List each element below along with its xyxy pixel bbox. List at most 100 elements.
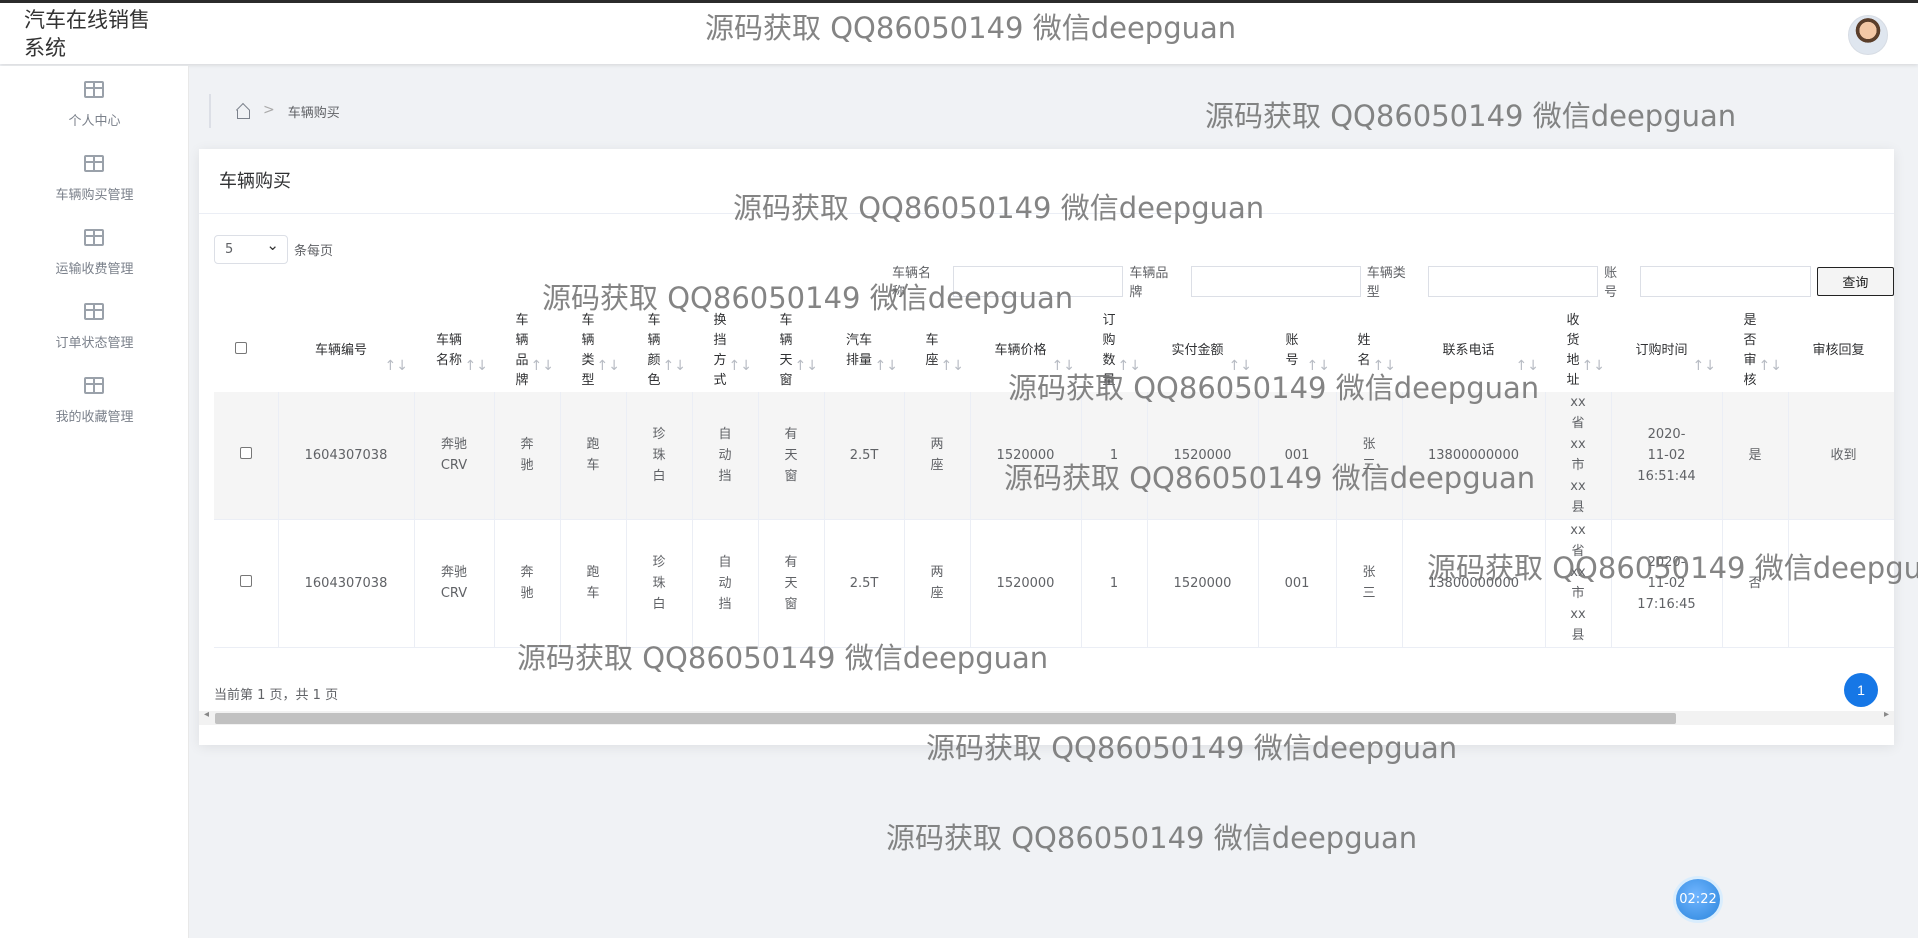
column-header[interactable]: 审核回复: [1788, 309, 1894, 392]
table-cell: 珍 珠 白: [626, 519, 693, 648]
table-cell: 跑 车: [560, 392, 627, 520]
table-cell: 收到: [1788, 392, 1894, 520]
sidebar-item-label: 运输收费管理: [55, 262, 134, 277]
app-title: 汽车在线销售 系统: [24, 8, 150, 60]
column-header[interactable]: 是 否 审 核 ↑↓: [1722, 309, 1788, 392]
sidebar-item-personal-center[interactable]: 个人中心: [0, 81, 189, 151]
account-label: 账号: [1604, 266, 1618, 300]
table-cell: 跑 车: [560, 519, 627, 648]
table-cell: 有 天 窗: [758, 392, 825, 520]
row-checkbox[interactable]: [239, 574, 252, 587]
page-size-select[interactable]: 5: [214, 232, 288, 264]
watermark-text: 源码获取 QQ86050149 微信deepguan: [1004, 461, 1536, 495]
sidebar-item-label: 订单状态管理: [55, 336, 134, 351]
sort-icon[interactable]: ↑↓: [465, 356, 488, 376]
select-row-cell: [214, 392, 279, 520]
table-cell: xx 省 xx 市 xx 县: [1545, 392, 1612, 520]
table-cell: 001: [1258, 519, 1337, 648]
watermark-text: 源码获取 QQ86050149 微信deepguan: [886, 821, 1418, 855]
table-cell: 珍 珠 白: [626, 392, 693, 520]
breadcrumb-current: 车辆购买: [287, 105, 340, 121]
watermark-text: 源码获取 QQ86050149 微信deepguan: [1205, 99, 1737, 133]
table-cell: 张 三: [1336, 519, 1403, 648]
breadcrumb: > 车辆购买: [209, 94, 340, 128]
sort-icon[interactable]: ↑↓: [1582, 356, 1605, 376]
column-header[interactable]: 订购时间 ↑↓: [1611, 309, 1722, 392]
column-header[interactable]: 车辆编号 ↑↓: [278, 309, 414, 392]
sidebar-item-order-status-management[interactable]: 订单状态管理: [0, 303, 189, 373]
scroll-left-icon[interactable]: ◂: [204, 709, 209, 720]
column-header[interactable]: 车辆 名称 ↑↓: [414, 309, 494, 392]
column-header[interactable]: 车 座 ↑↓: [904, 309, 970, 392]
table-cell: 1604307038: [278, 392, 415, 520]
table-cell: 两 座: [904, 392, 971, 520]
vehicle-brand-input[interactable]: [1190, 265, 1361, 297]
table-cell: 1604307038: [278, 519, 415, 648]
scroll-right-icon[interactable]: ▸: [1884, 709, 1889, 720]
user-avatar[interactable]: [1848, 15, 1888, 55]
table-icon: [84, 81, 104, 98]
sort-icon[interactable]: ↑↓: [1759, 356, 1782, 376]
search-button[interactable]: 查询: [1816, 266, 1894, 296]
sidebar-item-my-favorites-management[interactable]: 我的收藏管理: [0, 377, 189, 447]
sort-icon[interactable]: ↑↓: [385, 356, 408, 376]
table-icon: [84, 229, 104, 246]
pagination-summary: 当前第 1 页，共 1 页: [214, 688, 339, 703]
select-all-header: [214, 309, 278, 392]
sort-icon[interactable]: ↑↓: [729, 356, 752, 376]
chevron-right-icon: >: [263, 102, 275, 118]
table-cell: 2.5T: [824, 392, 905, 520]
watermark-text: 源码获取 QQ86050149 微信deepguan: [1008, 371, 1540, 405]
table-icon: [84, 303, 104, 320]
column-header[interactable]: 换 挡 方 式 ↑↓: [692, 309, 758, 392]
table-icon: [84, 155, 104, 172]
table-cell: 2.5T: [824, 519, 905, 648]
column-header[interactable]: 车 辆 类 型 ↑↓: [560, 309, 626, 392]
sort-icon[interactable]: ↑↓: [1693, 356, 1716, 376]
table-cell: 有 天 窗: [758, 519, 825, 648]
select-all-checkbox[interactable]: [235, 341, 247, 354]
account-input[interactable]: [1639, 265, 1811, 297]
sort-icon[interactable]: ↑↓: [663, 356, 686, 376]
sidebar-item-label: 我的收藏管理: [55, 410, 134, 425]
sort-icon[interactable]: ↑↓: [597, 356, 620, 376]
sort-icon[interactable]: ↑↓: [531, 356, 554, 376]
page-size-value: 5: [225, 242, 234, 257]
table-icon: [84, 377, 104, 394]
column-header[interactable]: 收 货 地 址 ↑↓: [1545, 309, 1611, 392]
watermark-text: 源码获取 QQ86050149 微信deepguan: [733, 191, 1265, 225]
sort-icon[interactable]: ↑↓: [875, 356, 898, 376]
table-cell: 奔 驰: [494, 392, 561, 520]
table-cell: 1: [1081, 519, 1148, 648]
watermark-text: 源码获取 QQ86050149 微信deepguan: [542, 281, 1074, 315]
horizontal-scrollbar[interactable]: ◂ ▸: [199, 709, 1894, 725]
sidebar-item-vehicle-purchase-management[interactable]: 车辆购买管理: [0, 155, 189, 225]
page-size-label: 条每页: [294, 244, 334, 259]
watermark-text: 源码获取 QQ86050149 微信deepgu: [1427, 551, 1918, 585]
sidebar-item-transport-fee-management[interactable]: 运输收费管理: [0, 229, 189, 299]
vehicle-type-input[interactable]: [1428, 265, 1599, 297]
table-cell: 自 动 挡: [692, 519, 759, 648]
table-cell: 两 座: [904, 519, 971, 648]
watermark-text: 源码获取 QQ86050149 微信deepguan: [926, 731, 1458, 765]
sort-icon[interactable]: ↑↓: [941, 356, 964, 376]
row-checkbox[interactable]: [239, 446, 252, 459]
scrollbar-thumb[interactable]: [215, 713, 1676, 724]
sort-icon[interactable]: ↑↓: [795, 356, 818, 376]
column-header[interactable]: 车 辆 天 窗 ↑↓: [758, 309, 824, 392]
table-cell: 自 动 挡: [692, 392, 759, 520]
select-row-cell: [214, 519, 279, 648]
table-cell: 奔驰 CRV: [414, 519, 495, 648]
table-cell: 奔驰 CRV: [414, 392, 495, 520]
column-header[interactable]: 车 辆 颜 色 ↑↓: [626, 309, 692, 392]
page-size-control: 5 条每页: [214, 232, 334, 264]
vehicle-brand-label: 车辆品牌: [1129, 266, 1169, 300]
table-cell: 奔 驰: [494, 519, 561, 648]
page-1-button[interactable]: 1: [1844, 673, 1878, 707]
watermark-text: 源码获取 QQ86050149 微信deepguan: [705, 11, 1237, 45]
table-cell: 2020- 11-02 16:51:44: [1611, 392, 1723, 520]
column-header[interactable]: 车 辆 品 牌 ↑↓: [494, 309, 560, 392]
column-header[interactable]: 汽车 排量 ↑↓: [824, 309, 904, 392]
table-cell: 1520000: [970, 519, 1082, 648]
home-icon[interactable]: [235, 105, 250, 119]
